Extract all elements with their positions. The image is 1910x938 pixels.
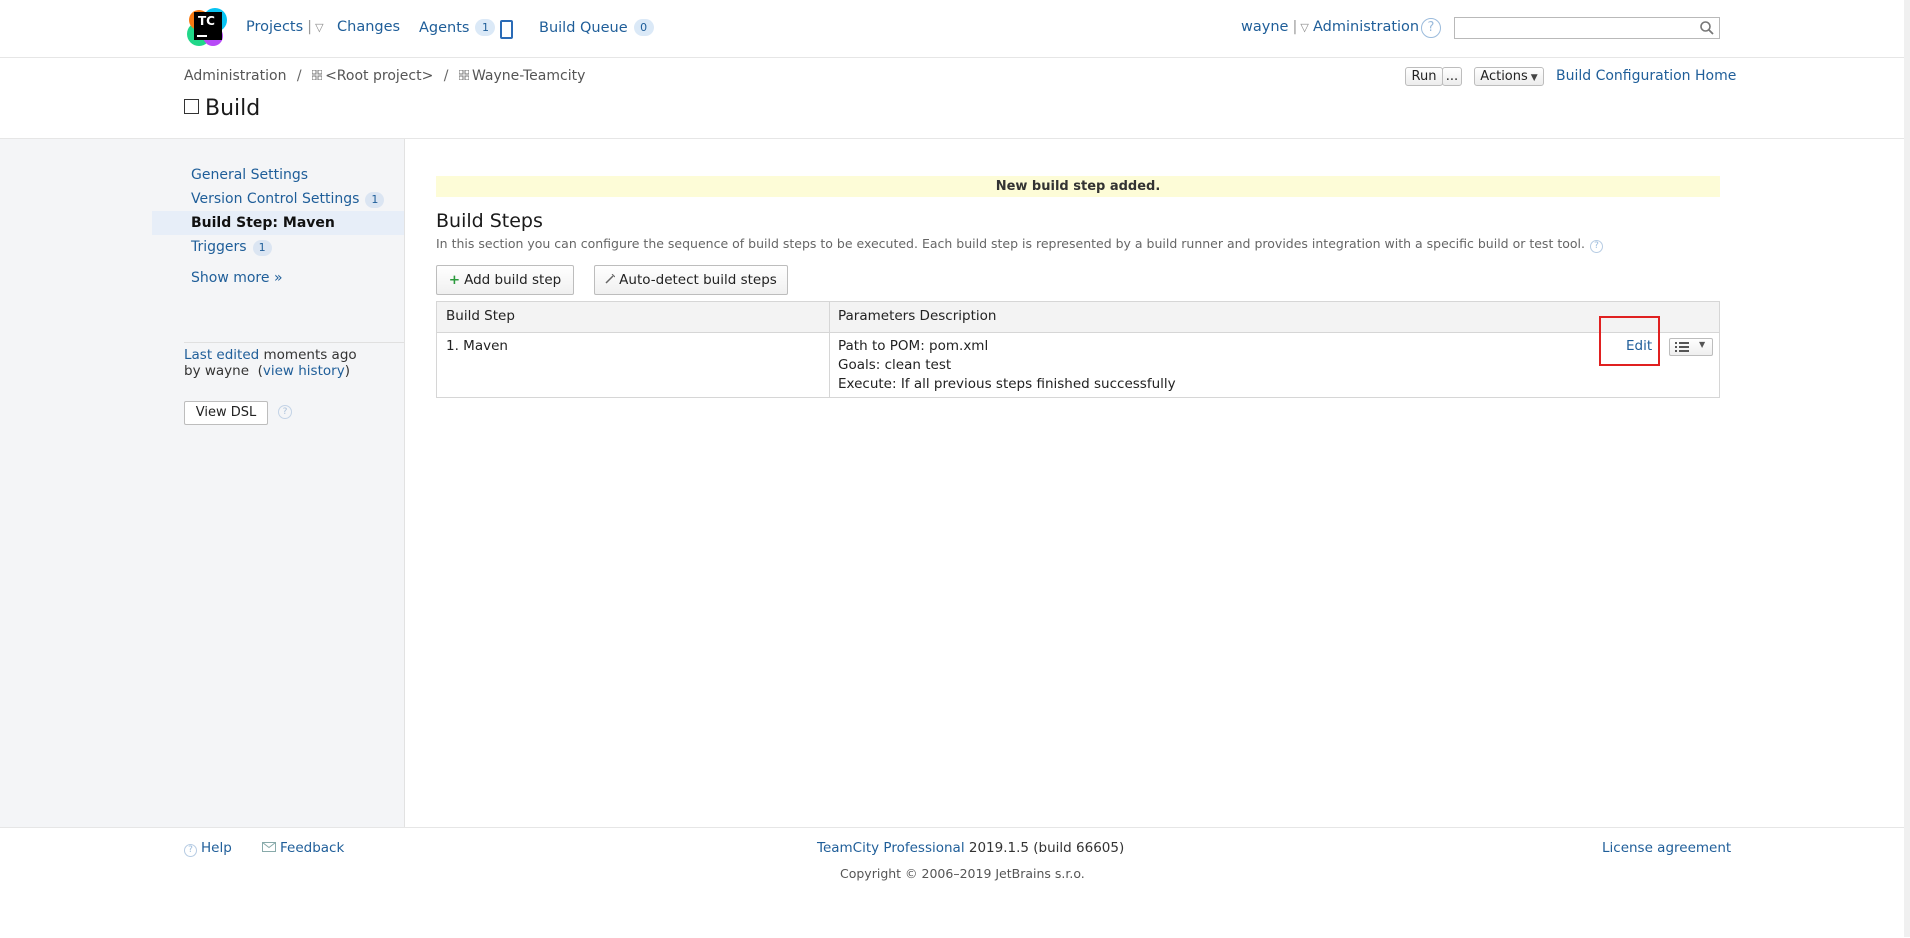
envelope-icon [262, 842, 276, 852]
count-badge: 1 [365, 192, 385, 208]
view-dsl-button[interactable]: View DSL [184, 401, 268, 425]
step-actions-menu-button[interactable]: ▼ [1669, 338, 1713, 356]
page-header: Administration / <Root project> / Wayne-… [0, 58, 1904, 139]
help-icon: ? [184, 844, 197, 857]
agents-count-badge: 1 [475, 19, 496, 36]
param-goals: Goals: clean test [838, 357, 952, 373]
nav-administration[interactable]: Administration [1313, 19, 1419, 35]
sidebar-item-triggers[interactable]: Triggers 1 [152, 235, 404, 259]
nav-build-queue[interactable]: Build Queue 0 [539, 19, 654, 36]
breadcrumb-separator: / [443, 68, 449, 84]
agent-device-icon [500, 20, 513, 39]
build-config-icon [184, 99, 199, 114]
search-icon[interactable] [1699, 20, 1715, 36]
column-header-build-step: Build Step [446, 308, 515, 324]
last-edited-by: by wayne [184, 363, 250, 379]
caret-down-icon: ▼ [1699, 340, 1706, 349]
param-pom-path: Path to POM: pom.xml [838, 338, 989, 354]
footer-help-link[interactable]: ? Help [184, 840, 232, 857]
build-steps-table: Build Step Parameters Description 1. Mav… [436, 301, 1720, 398]
search-input[interactable] [1454, 17, 1720, 39]
logo-text: TC [198, 14, 215, 28]
username: wayne [1241, 19, 1289, 35]
nav-projects-label: Projects [246, 19, 304, 35]
last-edited-time: moments ago [263, 347, 357, 363]
build-step-name[interactable]: 1. Maven [446, 338, 508, 354]
show-more-link[interactable]: Show more » [152, 266, 404, 290]
plus-icon: + [448, 272, 461, 288]
top-navigation-bar: TC Projects | ▽ Changes Agents 1 Build Queu… [0, 0, 1904, 58]
breadcrumb-separator: / [296, 68, 302, 84]
view-history-link[interactable]: view history [263, 363, 345, 379]
nav-build-queue-label: Build Queue [539, 20, 628, 36]
copyright: Copyright © 2006–2019 JetBrains s.r.o. [840, 866, 1085, 881]
sidebar-item-general-settings[interactable]: General Settings [152, 163, 404, 187]
breadcrumb-root-project[interactable]: <Root project> [325, 68, 433, 84]
breadcrumb-administration[interactable]: Administration [184, 68, 286, 84]
caret-down-icon: ▼ [1530, 73, 1538, 83]
chevron-down-icon[interactable]: ▽ [1300, 21, 1308, 34]
breadcrumb-project[interactable]: Wayne-Teamcity [472, 68, 585, 84]
count-badge: 1 [252, 240, 272, 256]
run-button[interactable]: Run [1405, 67, 1443, 86]
actions-label: Actions [1480, 69, 1528, 84]
section-title: Build Steps [436, 210, 543, 232]
sidebar-item-label: Version Control Settings [191, 191, 360, 207]
footer-feedback-link[interactable]: Feedback [262, 840, 344, 856]
help-icon[interactable]: ? [1421, 18, 1441, 38]
auto-detect-build-steps-button[interactable]: Auto-detect build steps [594, 265, 788, 295]
project-grid-icon [312, 70, 323, 80]
build-queue-count-badge: 0 [633, 19, 654, 36]
help-icon[interactable]: ? [278, 405, 292, 419]
project-grid-icon [458, 70, 469, 80]
page-title-text: Build [205, 96, 261, 121]
add-build-step-label: Add build step [464, 272, 562, 288]
section-description-text: In this section you can configure the se… [436, 236, 1585, 251]
sidebar-item-label: General Settings [191, 167, 309, 183]
sidebar-item-label: Triggers [191, 239, 247, 255]
scrollbar[interactable] [1904, 0, 1910, 937]
settings-sidebar: General Settings Version Control Setting… [0, 139, 405, 827]
sidebar-divider [184, 342, 404, 343]
list-icon [1675, 342, 1689, 352]
sidebar-item-build-step-maven[interactable]: Build Step: Maven [152, 211, 404, 235]
teamcity-logo[interactable]: TC [185, 6, 229, 50]
build-configuration-home-link[interactable]: Build Configuration Home [1556, 68, 1736, 84]
edit-highlight-box [1599, 316, 1660, 366]
sidebar-item-version-control-settings[interactable]: Version Control Settings 1 [152, 187, 404, 211]
add-build-step-button[interactable]: + Add build step [436, 265, 574, 295]
user-menu[interactable]: wayne | ▽ [1241, 19, 1309, 35]
footer-feedback-label: Feedback [280, 840, 345, 856]
nav-agents[interactable]: Agents 1 [419, 19, 496, 36]
version-text: 2019.1.5 (build 66605) [968, 840, 1125, 856]
section-description: In this section you can configure the se… [436, 236, 1603, 253]
search-field[interactable] [1455, 18, 1699, 36]
table-header-row: Build Step Parameters Description [437, 302, 1719, 333]
actions-button[interactable]: Actions ▼ [1474, 67, 1544, 86]
column-divider [829, 302, 830, 397]
breadcrumb: Administration / <Root project> / Wayne-… [184, 68, 585, 84]
sidebar-item-label: Build Step: Maven [191, 215, 335, 231]
run-custom-button[interactable]: ... [1442, 67, 1462, 86]
nav-changes[interactable]: Changes [337, 19, 400, 35]
auto-detect-label: Auto-detect build steps [619, 272, 777, 288]
param-execute: Execute: If all previous steps finished … [838, 376, 1176, 392]
footer-version: TeamCity Professional 2019.1.5 (build 66… [817, 840, 1124, 856]
product-link[interactable]: TeamCity Professional [817, 840, 965, 856]
chevron-down-icon[interactable]: ▽ [315, 21, 323, 34]
success-message-banner: New build step added. [436, 176, 1720, 197]
footer-help-label: Help [201, 840, 232, 856]
last-edited-link[interactable]: Last edited [184, 347, 259, 363]
help-icon[interactable]: ? [1589, 240, 1603, 253]
nav-agents-label: Agents [419, 20, 470, 36]
footer: ? Help Feedback TeamCity Professional 201… [0, 827, 1904, 938]
nav-projects[interactable]: Projects | ▽ [246, 19, 324, 35]
last-edited-info: Last edited moments ago by wayne (view h… [184, 347, 357, 379]
license-agreement-link[interactable]: License agreement [1602, 840, 1731, 856]
column-header-parameters: Parameters Description [838, 308, 997, 324]
page-title: Build [184, 96, 260, 121]
magic-wand-icon [605, 266, 616, 294]
